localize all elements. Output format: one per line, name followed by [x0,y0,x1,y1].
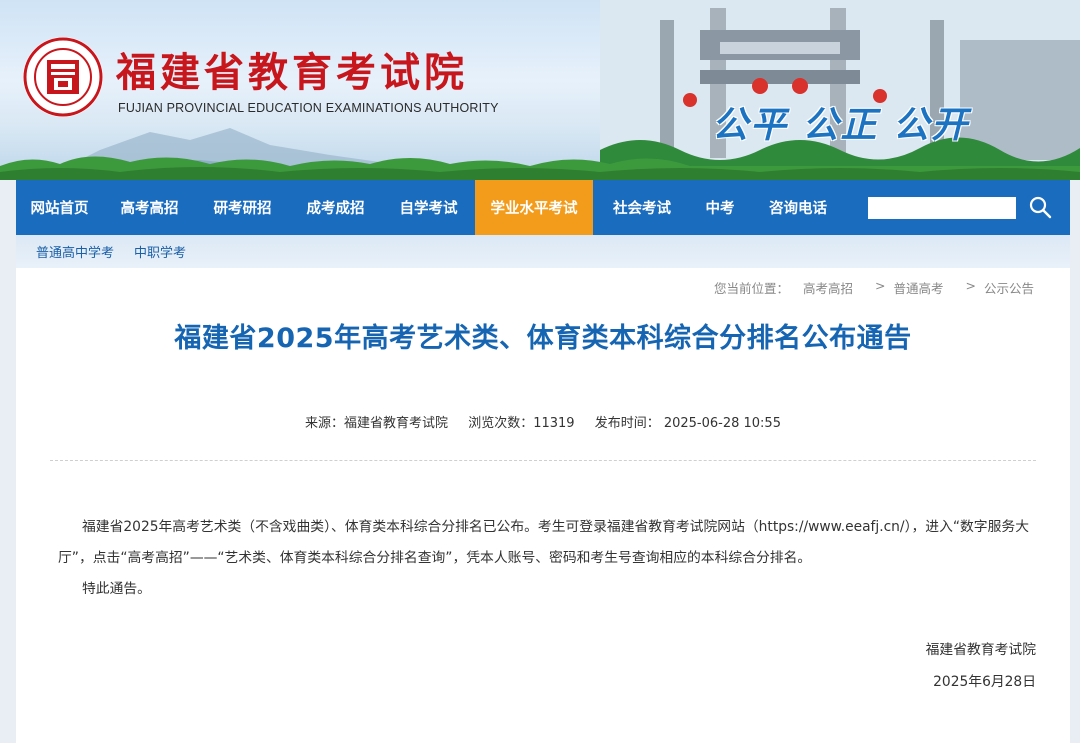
breadcrumb-separator: > [875,278,886,293]
site-title: 福建省教育考试院 [116,49,468,96]
nav-item-chengkao[interactable]: 成考成招 [289,180,382,235]
nav-item-zikao[interactable]: 自学考试 [382,180,475,235]
breadcrumb-prefix: 您当前位置： [713,281,789,296]
site-slogan: 公平 公正 公开 [712,104,970,146]
breadcrumb: 您当前位置： 高考高招 > 普通高考 > 公示公告 [714,278,1034,297]
exam-authority-seal-icon [23,37,103,117]
breadcrumb-link-gaokao[interactable]: 高考高招 [803,281,853,296]
article-meta: 来源：福建省教育考试院 浏览次数：11319 发布时间： 2025-06-28 … [16,412,1070,431]
breadcrumb-separator: > [965,278,976,293]
nav-item-social-exam[interactable]: 社会考试 [593,180,691,235]
search-input[interactable] [868,197,1016,219]
breadcrumb-link-putong[interactable]: 普通高考 [893,281,943,296]
search-icon[interactable] [1028,195,1052,219]
subnav-item-high-school-test[interactable]: 普通高中学考 [36,242,114,261]
article-signature-block: 福建省教育考试院 2025年6月28日 [926,634,1036,698]
subnav-item-vocational-test[interactable]: 中职学考 [134,242,186,261]
article-panel: 您当前位置： 高考高招 > 普通高考 > 公示公告 福建省2025年高考艺术类、… [16,268,1070,743]
nav-item-gaokao[interactable]: 高考高招 [103,180,196,235]
nav-item-xueye[interactable]: 学业水平考试 [475,180,593,235]
header-banner: 福建省教育考试院 FUJIAN PROVINCIAL EDUCATION EXA… [0,0,1080,180]
site-subtitle: FUJIAN PROVINCIAL EDUCATION EXAMINATIONS… [118,101,499,115]
article-paragraph: 福建省2025年高考艺术类（不含戏曲类）、体育类本科综合分排名已公布。考生可登录… [58,519,1029,566]
article-paragraph: 特此通告。 [82,581,151,597]
page-title: 福建省2025年高考艺术类、体育类本科综合分排名公布通告 [174,323,912,354]
divider [50,460,1036,461]
breadcrumb-link-notices[interactable]: 公示公告 [984,281,1034,296]
trees-graphic [0,156,1080,180]
main-nav: 网站首页 高考高招 研考研招 成考成招 自学考试 学业水平考试 社会考试 中考 … [16,180,1070,235]
nav-item-home[interactable]: 网站首页 [16,180,103,235]
article-source: 来源：福建省教育考试院 [305,416,449,431]
nav-item-zhongkao[interactable]: 中考 [691,180,749,235]
article-date: 2025年6月28日 [933,674,1036,690]
article-body: 福建省2025年高考艺术类（不含戏曲类）、体育类本科综合分排名已公布。考生可登录… [58,512,1038,605]
article-view-count: 浏览次数：11319 [468,416,575,431]
nav-item-yankao[interactable]: 研考研招 [196,180,289,235]
article-signature: 福建省教育考试院 [925,642,1036,658]
nav-item-hotline[interactable]: 咨询电话 [749,180,847,235]
article-publish-time: 发布时间： 2025-06-28 10:55 [594,416,781,431]
sub-nav: 普通高中学考 中职学考 [16,235,1070,268]
